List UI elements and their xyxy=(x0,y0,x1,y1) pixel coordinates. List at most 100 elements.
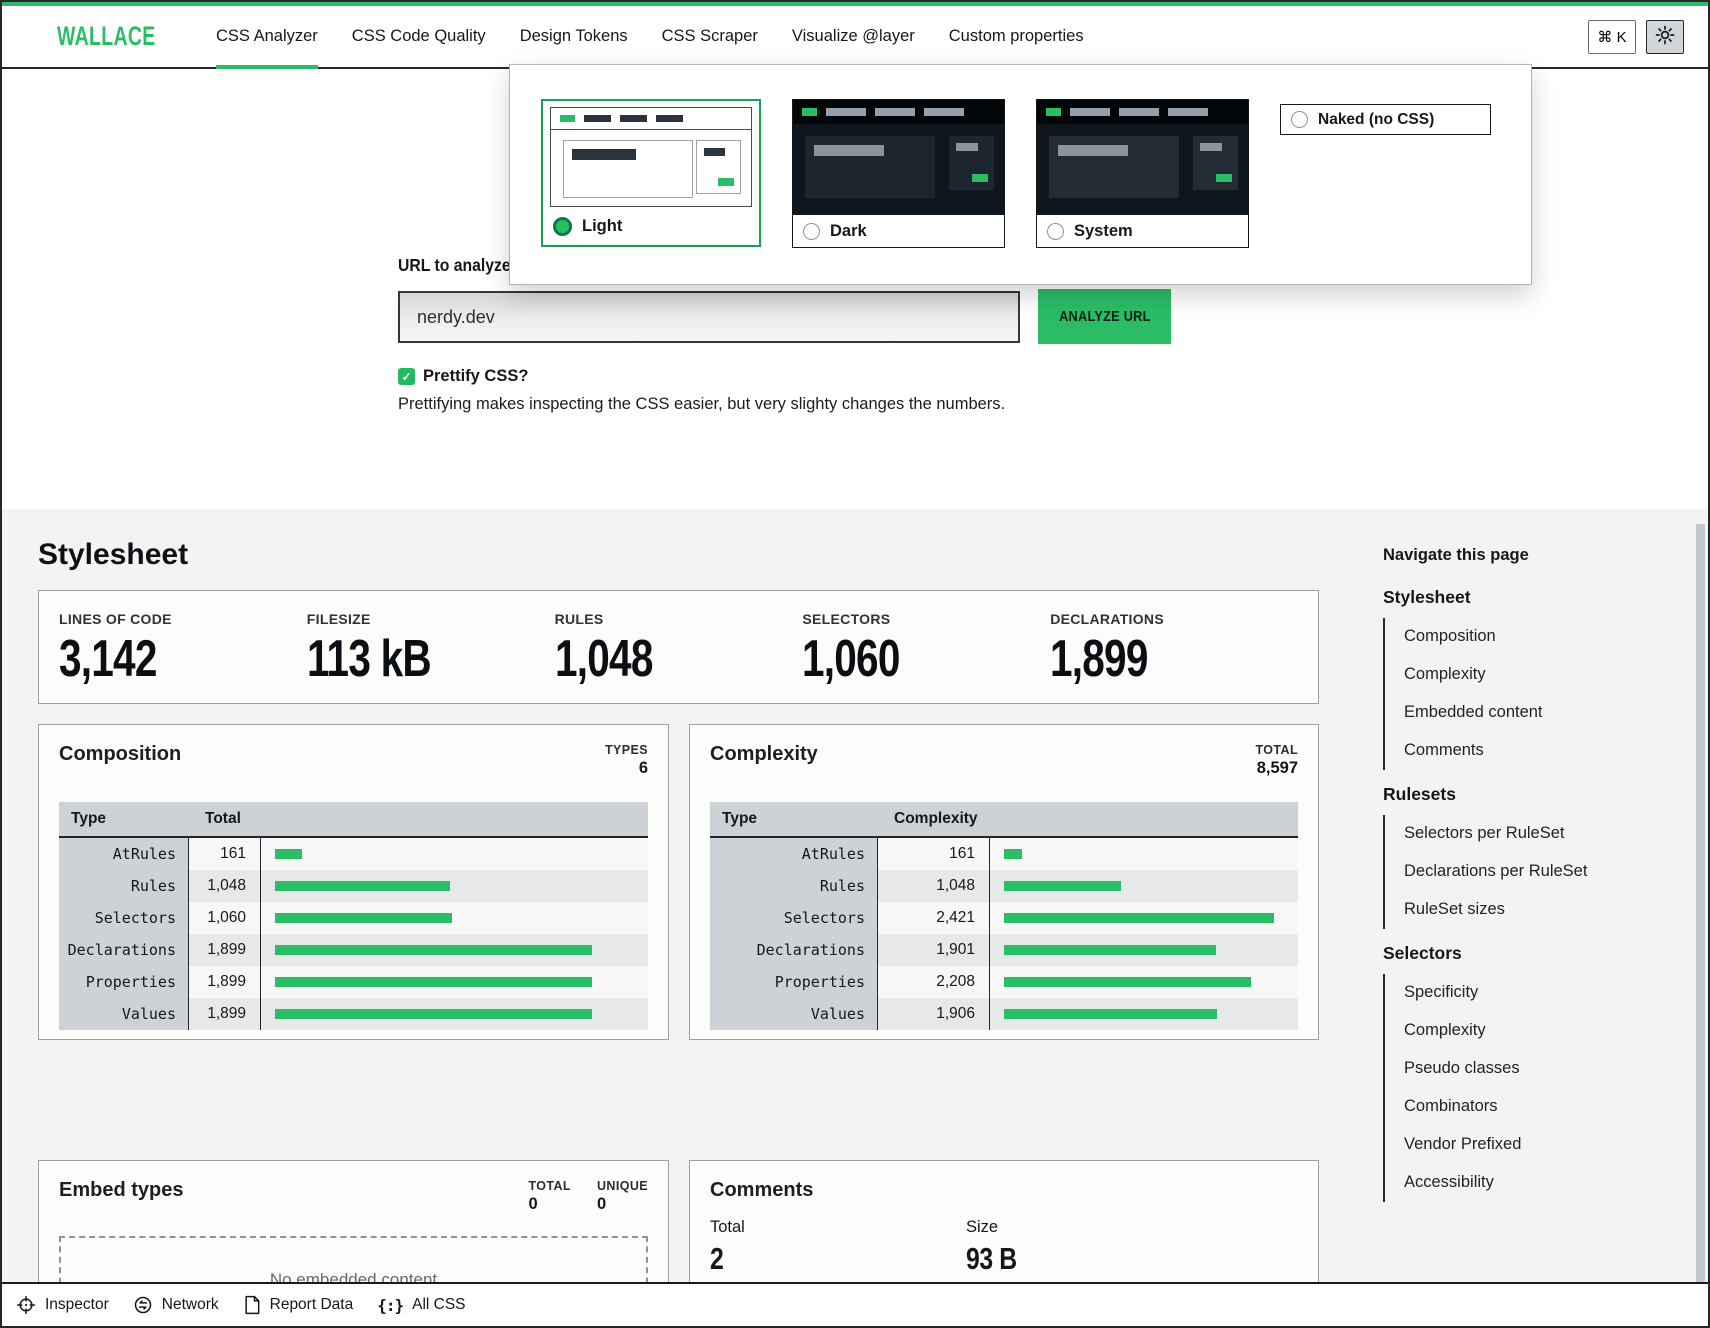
row-bar-cell xyxy=(990,934,1298,966)
toc-item[interactable]: Vendor Prefixed xyxy=(1385,1126,1633,1164)
tab-custom-properties[interactable]: Custom properties xyxy=(949,6,1084,67)
row-bar-cell xyxy=(261,838,648,870)
dark-theme-preview xyxy=(793,100,1004,214)
tab-css-analyzer[interactable]: CSS Analyzer xyxy=(216,6,318,67)
command-palette-button[interactable]: ⌘ K xyxy=(1588,20,1636,54)
stat: DECLARATIONS 1,899 xyxy=(1050,611,1298,689)
composition-title: Composition xyxy=(59,743,181,766)
tab-visualize-layer[interactable]: Visualize @layer xyxy=(792,6,915,67)
radio-naked[interactable] xyxy=(1291,111,1308,128)
toc-item[interactable]: Embedded content xyxy=(1385,694,1633,732)
toc-item[interactable]: Accessibility xyxy=(1385,1164,1633,1202)
network-transfer-icon xyxy=(133,1295,153,1315)
brand-logo[interactable]: WALLACE xyxy=(57,21,156,52)
theme-option-dark[interactable]: Dark xyxy=(792,99,1005,248)
statusbar-report-data[interactable]: Report Data xyxy=(243,1295,354,1315)
row-type: Rules xyxy=(59,870,189,902)
system-theme-preview xyxy=(1037,100,1248,214)
row-value: 1,048 xyxy=(189,870,261,902)
value-bar xyxy=(1004,945,1216,955)
row-bar-cell xyxy=(990,902,1298,934)
stats-grid: LINES OF CODE 3,142FILESIZE 113 kBRULES … xyxy=(59,611,1298,683)
document-icon xyxy=(243,1295,261,1315)
column-header-type: Type xyxy=(710,802,878,836)
results-section: Stylesheet LINES OF CODE 3,142FILESIZE 1… xyxy=(2,509,1708,1326)
tab-css-code-quality[interactable]: CSS Code Quality xyxy=(352,6,486,67)
row-bar-cell xyxy=(261,998,648,1030)
sun-icon xyxy=(1655,25,1675,48)
row-value: 161 xyxy=(878,838,990,870)
theme-label-system: System xyxy=(1074,222,1133,241)
prettify-label: Prettify CSS? xyxy=(423,367,528,386)
prettify-checkbox[interactable]: ✓ xyxy=(398,368,415,385)
tab-design-tokens[interactable]: Design Tokens xyxy=(520,6,628,67)
toc-item[interactable]: RuleSet sizes xyxy=(1385,891,1633,929)
toc-section-heading[interactable]: Rulesets xyxy=(1383,784,1633,805)
value-bar xyxy=(275,881,450,891)
radio-system[interactable] xyxy=(1047,223,1064,240)
stat-value: 3,142 xyxy=(59,629,157,689)
toc-item[interactable]: Pseudo classes xyxy=(1385,1050,1633,1088)
analyze-url-button[interactable]: ANALYZE URL xyxy=(1038,289,1171,344)
stat: LINES OF CODE 3,142 xyxy=(59,611,307,689)
theme-label-dark: Dark xyxy=(830,222,867,241)
value-bar xyxy=(1004,977,1251,987)
toc-item[interactable]: Specificity xyxy=(1385,974,1633,1012)
toc-item[interactable]: Complexity xyxy=(1385,1012,1633,1050)
statusbar-all-css[interactable]: {:} All CSS xyxy=(377,1296,465,1315)
toc-item-group: Selectors per RuleSetDeclarations per Ru… xyxy=(1383,815,1633,929)
total-value: 8,597 xyxy=(1255,759,1298,778)
table-row: Values 1,899 xyxy=(59,998,648,1030)
toc-item[interactable]: Composition xyxy=(1385,618,1633,656)
value-bar xyxy=(275,849,302,859)
url-input[interactable] xyxy=(398,291,1020,343)
theme-menu: Light Dark System Naked (no CSS) xyxy=(509,64,1532,285)
composition-rows: AtRules 161 Rules 1,048 xyxy=(59,838,648,1030)
total-label: TOTAL xyxy=(1255,743,1298,757)
toc-item[interactable]: Declarations per RuleSet xyxy=(1385,853,1633,891)
toc-item[interactable]: Selectors per RuleSet xyxy=(1385,815,1633,853)
row-type: Values xyxy=(59,998,189,1030)
comments-total-label: Total xyxy=(710,1218,966,1237)
table-row: Declarations 1,899 xyxy=(59,934,648,966)
statusbar-inspector[interactable]: Inspector xyxy=(16,1295,109,1315)
statusbar-network[interactable]: Network xyxy=(133,1295,219,1315)
row-bar-cell xyxy=(261,934,648,966)
row-value: 1,899 xyxy=(189,966,261,998)
scrollbar-thumb[interactable] xyxy=(1696,524,1705,1284)
nav-tabs: CSS Analyzer CSS Code Quality Design Tok… xyxy=(216,6,1084,67)
nav-actions: ⌘ K xyxy=(1588,20,1684,54)
table-row: Selectors 1,060 xyxy=(59,902,648,934)
value-bar xyxy=(275,913,452,923)
row-type: Rules xyxy=(710,870,878,902)
row-value: 1,899 xyxy=(189,998,261,1030)
row-bar-cell xyxy=(990,998,1298,1030)
row-value: 1,060 xyxy=(189,902,261,934)
toc-item[interactable]: Comments xyxy=(1385,732,1633,770)
theme-option-naked[interactable]: Naked (no CSS) xyxy=(1280,104,1491,135)
value-bar xyxy=(275,945,592,955)
stat-label: FILESIZE xyxy=(307,611,555,627)
theme-toggle-button[interactable] xyxy=(1646,20,1684,54)
embed-unique-label: UNIQUE xyxy=(597,1179,648,1193)
value-bar xyxy=(1004,881,1121,891)
comments-size-value: 93 B xyxy=(966,1241,1017,1277)
theme-option-system[interactable]: System xyxy=(1036,99,1249,248)
radio-light[interactable] xyxy=(553,217,572,236)
value-bar xyxy=(1004,913,1274,923)
stat-label: DECLARATIONS xyxy=(1050,611,1298,627)
toc-item[interactable]: Combinators xyxy=(1385,1088,1633,1126)
toc-section-heading[interactable]: Selectors xyxy=(1383,943,1633,964)
theme-option-light[interactable]: Light xyxy=(541,99,761,247)
row-type: Selectors xyxy=(59,902,189,934)
page-title: Stylesheet xyxy=(38,538,188,572)
row-bar-cell xyxy=(990,870,1298,902)
tab-css-scraper[interactable]: CSS Scraper xyxy=(662,6,758,67)
table-row: Values 1,906 xyxy=(710,998,1298,1030)
radio-dark[interactable] xyxy=(803,223,820,240)
stat-value: 1,899 xyxy=(1050,629,1148,689)
toc-item[interactable]: Complexity xyxy=(1385,656,1633,694)
toc-section-heading[interactable]: Stylesheet xyxy=(1383,587,1633,608)
table-row: Rules 1,048 xyxy=(710,870,1298,902)
row-value: 161 xyxy=(189,838,261,870)
